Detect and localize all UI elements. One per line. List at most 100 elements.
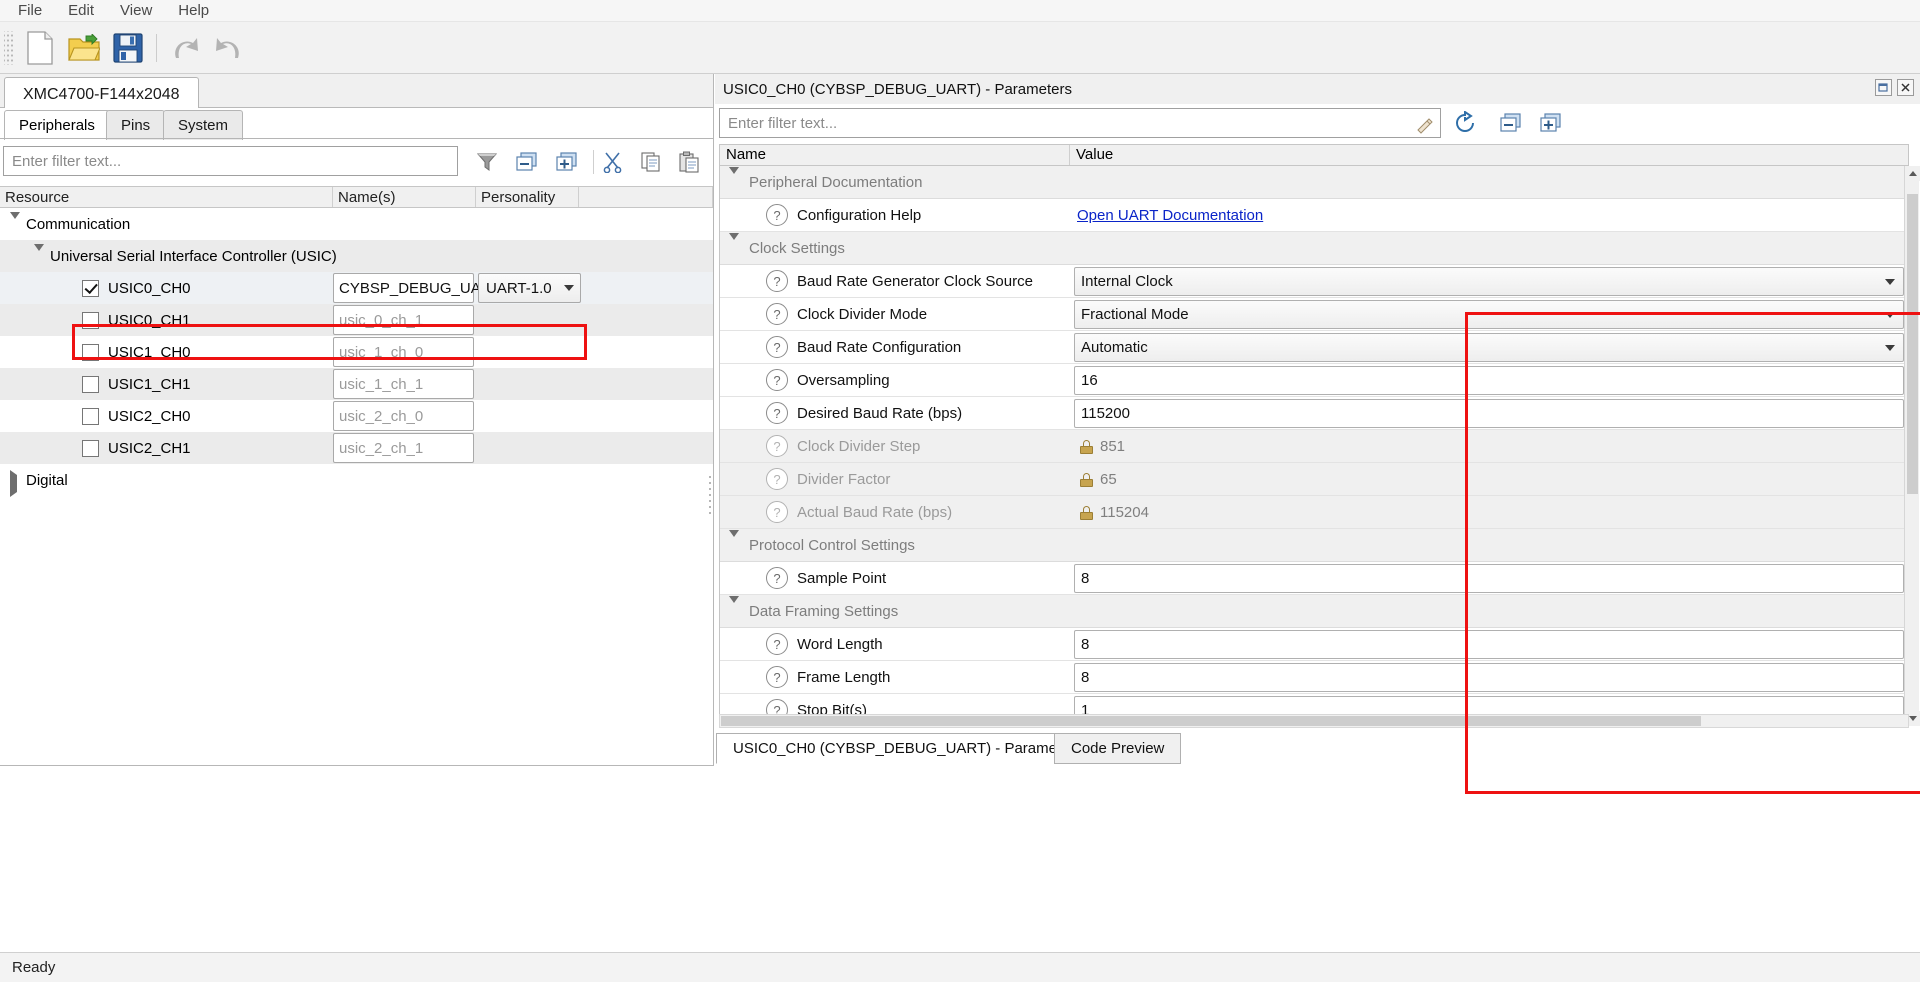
chevron-down-icon[interactable] bbox=[10, 211, 21, 236]
param-row-sample-point[interactable]: ? Sample Point 8 bbox=[720, 562, 1908, 595]
param-input-word-length[interactable]: 8 bbox=[1074, 630, 1904, 659]
resource-checkbox-usic2-ch1[interactable] bbox=[82, 439, 99, 457]
copy-icon[interactable] bbox=[634, 147, 668, 177]
param-row-desired-baud-rate[interactable]: ? Desired Baud Rate (bps) 115200 bbox=[720, 397, 1908, 430]
name-input-usic2-ch0[interactable]: usic_2_ch_0 bbox=[333, 401, 474, 431]
resource-checkbox-usic1-ch1[interactable] bbox=[82, 375, 99, 393]
param-input-frame-length[interactable]: 8 bbox=[1074, 663, 1904, 692]
param-input-oversampling[interactable]: 16 bbox=[1074, 366, 1904, 395]
resource-checkbox-usic1-ch0[interactable] bbox=[82, 343, 99, 361]
name-input-usic2-ch1[interactable]: usic_2_ch_1 bbox=[333, 433, 474, 463]
hscrollbar-thumb[interactable] bbox=[721, 716, 1701, 726]
param-select-baud-rate-generator-clock-source[interactable]: Internal Clock bbox=[1074, 267, 1904, 296]
chevron-down-icon[interactable] bbox=[729, 232, 739, 257]
chevron-down-icon[interactable] bbox=[34, 243, 45, 268]
expand-all-icon[interactable] bbox=[1533, 106, 1569, 140]
param-select-baud-rate-configuration[interactable]: Automatic bbox=[1074, 333, 1904, 362]
name-input-usic1-ch0[interactable]: usic_1_ch_0 bbox=[333, 337, 474, 367]
tree-row-usic2-ch1[interactable]: USIC2_CH1 usic_2_ch_1 bbox=[0, 432, 713, 464]
redo-button[interactable] bbox=[207, 26, 251, 70]
param-row-oversampling[interactable]: ? Oversampling 16 bbox=[720, 364, 1908, 397]
panel-splitter[interactable] bbox=[708, 474, 714, 518]
tab-pins[interactable]: Pins bbox=[106, 110, 166, 140]
name-input-usic1-ch1[interactable]: usic_1_ch_1 bbox=[333, 369, 474, 399]
save-button[interactable] bbox=[106, 26, 150, 70]
parameters-table-header: Name Value bbox=[719, 144, 1909, 166]
open-file-button[interactable] bbox=[62, 26, 106, 70]
tab-parameters[interactable]: USIC0_CH0 (CYBSP_DEBUG_UART) - Parameter… bbox=[716, 733, 1099, 764]
param-group-data-framing-settings[interactable]: Data Framing Settings bbox=[720, 595, 1908, 628]
name-input-usic0-ch0[interactable]: CYBSP_DEBUG_UART bbox=[333, 273, 500, 303]
clear-filter-icon[interactable] bbox=[1415, 114, 1435, 138]
parameters-horizontal-scrollbar[interactable] bbox=[719, 714, 1909, 728]
help-question-icon[interactable]: ? bbox=[766, 303, 788, 325]
param-row-baud-rate-configuration[interactable]: ? Baud Rate Configuration Automatic bbox=[720, 331, 1908, 364]
chevron-down-icon[interactable] bbox=[729, 166, 739, 191]
param-row-clock-divider-mode[interactable]: ? Clock Divider Mode Fractional Mode bbox=[720, 298, 1908, 331]
tab-code-preview[interactable]: Code Preview bbox=[1054, 733, 1182, 764]
resource-checkbox-usic0-ch1[interactable] bbox=[82, 311, 99, 329]
param-row-frame-length[interactable]: ? Frame Length 8 bbox=[720, 661, 1908, 694]
parameters-filter-input[interactable]: Enter filter text... bbox=[719, 108, 1441, 138]
help-question-icon[interactable]: ? bbox=[766, 369, 788, 391]
collapse-all-icon[interactable] bbox=[510, 147, 544, 177]
scroll-up-button[interactable] bbox=[1905, 166, 1920, 181]
param-input-sample-point[interactable]: 8 bbox=[1074, 564, 1904, 593]
scrollbar-thumb[interactable] bbox=[1907, 194, 1918, 494]
collapse-all-icon[interactable] bbox=[1493, 106, 1529, 140]
personality-select-usic0-ch0[interactable]: UART-1.0 bbox=[478, 273, 581, 303]
tree-row-usic2-ch0[interactable]: USIC2_CH0 usic_2_ch_0 bbox=[0, 400, 713, 432]
help-question-icon[interactable]: ? bbox=[766, 435, 788, 457]
filter-funnel-icon[interactable] bbox=[470, 147, 504, 177]
help-question-icon[interactable]: ? bbox=[766, 468, 788, 490]
restore-window-button[interactable] bbox=[1875, 79, 1892, 96]
refresh-icon[interactable] bbox=[1447, 106, 1483, 140]
tree-group-usic[interactable]: Universal Serial Interface Controller (U… bbox=[0, 240, 713, 272]
chevron-down-icon[interactable] bbox=[729, 595, 739, 620]
help-question-icon[interactable]: ? bbox=[766, 336, 788, 358]
undo-button[interactable] bbox=[163, 26, 207, 70]
tab-peripherals[interactable]: Peripherals bbox=[4, 110, 110, 140]
new-file-button[interactable] bbox=[18, 26, 62, 70]
tree-row-usic0-ch0[interactable]: USIC0_CH0 CYBSP_DEBUG_UART UART-1.0 bbox=[0, 272, 713, 304]
param-row-baud-rate-generator-clock-source[interactable]: ? Baud Rate Generator Clock Source Inter… bbox=[720, 265, 1908, 298]
help-question-icon[interactable]: ? bbox=[766, 633, 788, 655]
toolbar-drag-handle[interactable] bbox=[4, 30, 14, 65]
param-input-desired-baud-rate[interactable]: 115200 bbox=[1074, 399, 1904, 428]
close-window-button[interactable] bbox=[1897, 79, 1914, 96]
device-tab[interactable]: XMC4700-F144x2048 bbox=[4, 77, 199, 111]
expand-all-icon[interactable] bbox=[550, 147, 584, 177]
param-select-clock-divider-mode[interactable]: Fractional Mode bbox=[1074, 300, 1904, 329]
param-row-word-length[interactable]: ? Word Length 8 bbox=[720, 628, 1908, 661]
menu-item-view[interactable]: View bbox=[108, 0, 164, 22]
menu-item-edit[interactable]: Edit bbox=[56, 0, 106, 22]
param-group-clock-settings[interactable]: Clock Settings bbox=[720, 232, 1908, 265]
open-uart-documentation-link[interactable]: Open UART Documentation bbox=[1077, 207, 1263, 224]
help-question-icon[interactable]: ? bbox=[766, 501, 788, 523]
tree-row-usic1-ch1[interactable]: USIC1_CH1 usic_1_ch_1 bbox=[0, 368, 713, 400]
param-group-peripheral-documentation[interactable]: Peripheral Documentation bbox=[720, 166, 1908, 199]
help-question-icon[interactable]: ? bbox=[766, 666, 788, 688]
param-group-protocol-control-settings[interactable]: Protocol Control Settings bbox=[720, 529, 1908, 562]
help-question-icon[interactable]: ? bbox=[766, 402, 788, 424]
menu-item-file[interactable]: File bbox=[6, 0, 54, 22]
resource-checkbox-usic2-ch0[interactable] bbox=[82, 407, 99, 425]
tree-group-digital[interactable]: Digital bbox=[0, 464, 713, 497]
chevron-down-icon[interactable] bbox=[729, 529, 739, 554]
help-question-icon[interactable]: ? bbox=[766, 204, 788, 226]
tree-row-usic1-ch0[interactable]: USIC1_CH0 usic_1_ch_0 bbox=[0, 336, 713, 368]
tab-system[interactable]: System bbox=[163, 110, 244, 140]
cut-icon[interactable] bbox=[596, 147, 630, 177]
paste-icon[interactable] bbox=[672, 147, 706, 177]
chevron-right-icon[interactable] bbox=[10, 469, 21, 497]
peripherals-filter-input[interactable]: Enter filter text... bbox=[3, 146, 458, 176]
name-input-usic0-ch1[interactable]: usic_0_ch_1 bbox=[333, 305, 474, 335]
menu-item-help[interactable]: Help bbox=[166, 0, 221, 22]
param-row-configuration-help[interactable]: ? Configuration Help Open UART Documenta… bbox=[720, 199, 1908, 232]
tree-group-communication[interactable]: Communication bbox=[0, 208, 713, 240]
tree-row-usic0-ch1[interactable]: USIC0_CH1 usic_0_ch_1 bbox=[0, 304, 713, 336]
help-question-icon[interactable]: ? bbox=[766, 270, 788, 292]
parameters-vertical-scrollbar[interactable] bbox=[1904, 166, 1920, 726]
resource-checkbox-usic0-ch0[interactable] bbox=[82, 279, 99, 297]
help-question-icon[interactable]: ? bbox=[766, 567, 788, 589]
